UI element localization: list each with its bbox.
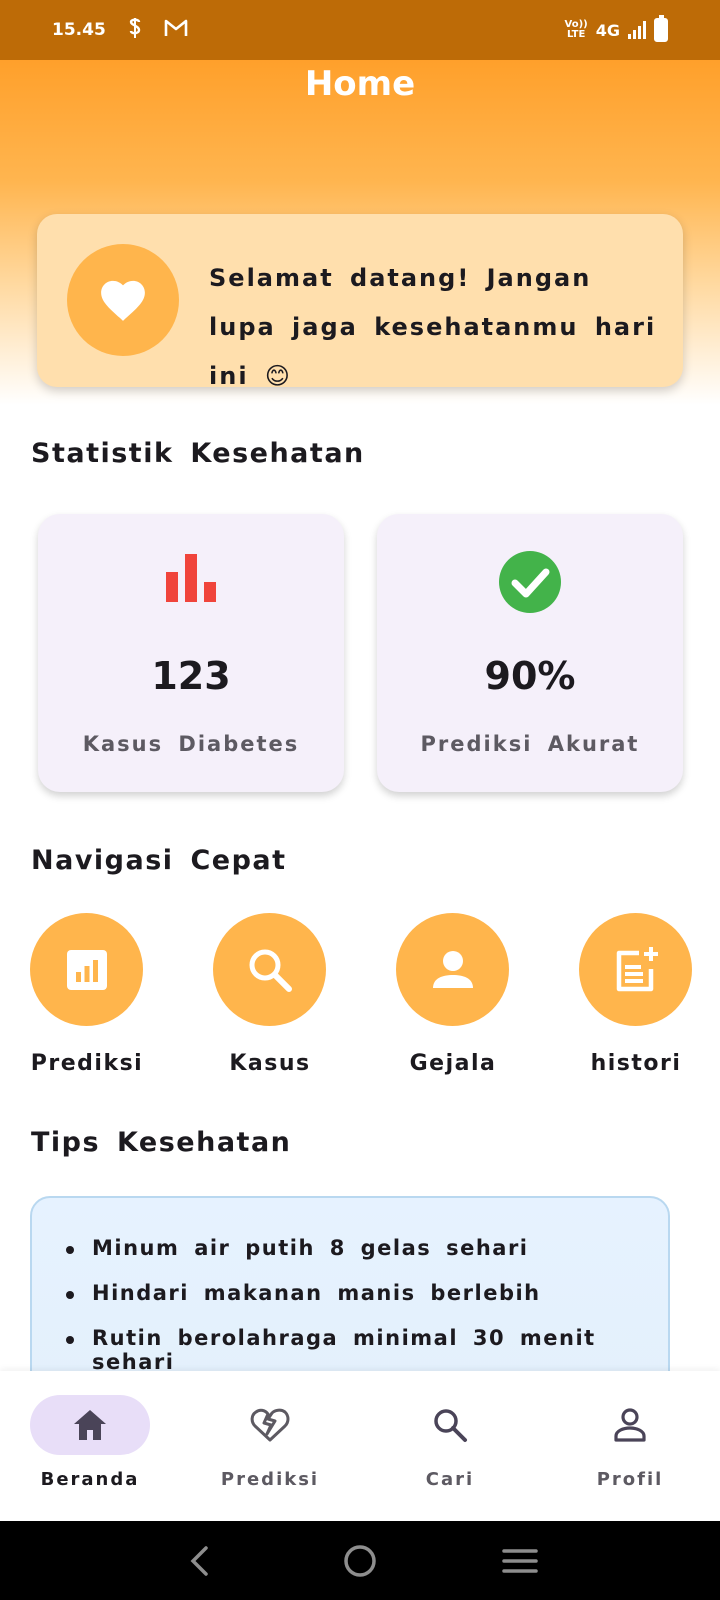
quick-nav-histori[interactable]: histori — [551, 913, 720, 1088]
bottom-nav-cari[interactable]: Cari — [360, 1371, 540, 1521]
stat-card-accuracy[interactable]: 90% Prediksi Akurat — [377, 514, 683, 792]
chart-box-icon — [30, 913, 143, 1026]
tip-item: Minum air putih 8 gelas sehari — [62, 1236, 668, 1281]
bottom-navigation: Beranda Prediksi Cari Profil — [0, 1371, 720, 1521]
bar-chart-icon — [38, 550, 344, 606]
quick-nav-title: Navigasi Cepat — [31, 845, 287, 876]
person-outline-icon — [570, 1395, 690, 1455]
stat-label: Prediksi Akurat — [420, 732, 640, 756]
bottom-nav-profil[interactable]: Profil — [540, 1371, 720, 1521]
menu-icon[interactable] — [490, 1536, 550, 1586]
page-title: Home — [304, 64, 416, 104]
volte-icon: Vo)) LTE — [565, 20, 588, 40]
quick-nav-gejala[interactable]: Gejala — [368, 913, 538, 1088]
network-type: 4G — [595, 20, 620, 40]
signal-icon — [628, 21, 646, 39]
person-icon — [396, 913, 509, 1026]
stat-value: 123 — [151, 654, 231, 698]
stat-value: 90% — [484, 654, 576, 698]
system-navigation-bar — [0, 1521, 720, 1600]
stat-label: Kasus Diabetes — [82, 732, 300, 756]
welcome-message: Selamat datang! Jangan lupa jaga kesehat… — [209, 264, 657, 390]
bottom-nav-label: Profil — [596, 1469, 664, 1490]
quick-nav-kasus[interactable]: Kasus — [185, 913, 355, 1088]
tip-item: Hindari makanan manis berlebih — [62, 1281, 668, 1326]
note-add-icon — [579, 913, 692, 1026]
notification-s-icon — [126, 17, 144, 44]
welcome-card: Selamat datang! Jangan lupa jaga kesehat… — [37, 214, 683, 390]
heart-broken-icon — [210, 1395, 330, 1455]
home-icon — [30, 1395, 150, 1455]
bottom-nav-label: Prediksi — [220, 1469, 320, 1490]
bottom-nav-label: Beranda — [40, 1469, 140, 1490]
bottom-nav-label: Cari — [425, 1469, 475, 1490]
check-circle-icon — [377, 550, 683, 614]
quick-nav-label: Prediksi — [30, 1051, 144, 1076]
status-right: Vo)) LTE 4G — [565, 15, 668, 42]
gmail-icon — [164, 19, 188, 42]
bottom-nav-prediksi[interactable]: Prediksi — [180, 1371, 360, 1521]
status-left: 15.45 — [52, 17, 188, 44]
stats-section-title: Statistik Kesehatan — [31, 438, 365, 469]
status-time: 15.45 — [52, 20, 106, 40]
quick-nav-prediksi[interactable]: Prediksi — [2, 913, 172, 1088]
tips-section-title: Tips Kesehatan — [31, 1127, 292, 1158]
quick-nav-label: histori — [590, 1051, 682, 1076]
home-circle-icon[interactable] — [330, 1536, 390, 1586]
tip-item: Rutin berolahraga minimal 30 menit sehar… — [62, 1326, 668, 1374]
stat-card-cases[interactable]: 123 Kasus Diabetes — [38, 514, 344, 792]
search-icon — [213, 913, 326, 1026]
bottom-nav-beranda[interactable]: Beranda — [0, 1371, 180, 1521]
battery-icon — [654, 15, 668, 42]
quick-nav-label: Kasus — [229, 1051, 311, 1076]
heart-icon — [67, 244, 179, 356]
search-icon — [390, 1395, 510, 1455]
quick-nav-label: Gejala — [409, 1051, 497, 1076]
status-bar: 15.45 Vo)) LTE 4G — [0, 0, 720, 60]
back-icon[interactable] — [170, 1536, 230, 1586]
volte-bottom: LTE — [566, 29, 586, 40]
